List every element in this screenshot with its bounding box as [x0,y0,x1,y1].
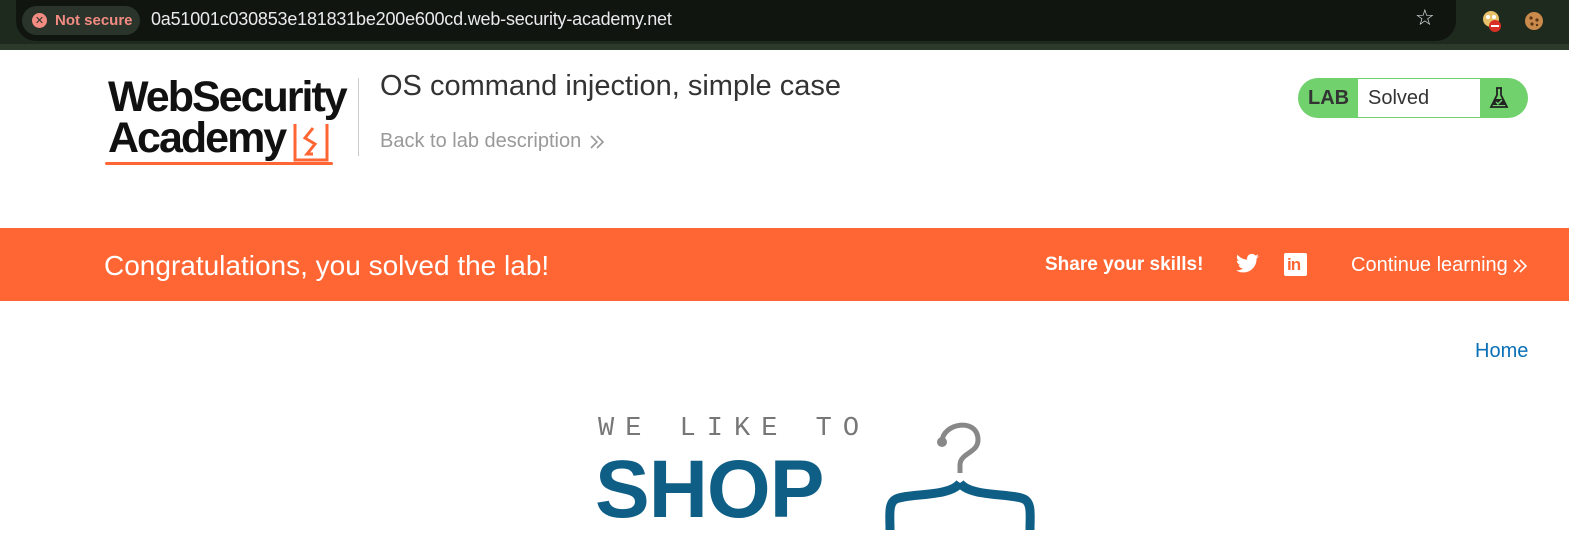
shop-tagline: WE LIKE TO [598,414,871,444]
share-skills-label: Share your skills! [1045,254,1204,275]
header-divider [358,78,359,156]
back-to-lab-description-link[interactable]: Back to lab description [380,130,605,153]
bookmark-star-icon[interactable]: ☆ [1415,6,1435,31]
browser-toolbar: ✕ Not secure 0a51001c030853e181831be200e… [0,0,1569,50]
web-security-academy-logo[interactable]: WebSecurity Academy [105,76,360,168]
home-link[interactable]: Home [1475,340,1528,363]
continue-learning-label: Continue learning [1351,254,1508,276]
twitter-icon[interactable] [1235,253,1260,275]
double-chevron-right-icon [1513,258,1527,273]
logo-text-line1: WebSecurity [108,73,348,121]
back-link-label: Back to lab description [380,130,582,152]
continue-learning-link[interactable]: Continue learning [1351,254,1528,277]
shop-wordmark: SHOP [595,444,824,535]
linkedin-icon[interactable]: in [1284,253,1307,276]
extension-icon[interactable] [1481,10,1503,32]
url-text[interactable]: 0a51001c030853e181831be200e600cd.web-sec… [151,9,672,30]
flask-icon [1489,87,1509,108]
congratulations-message: Congratulations, you solved the lab! [104,250,550,281]
double-chevron-right-icon [590,134,605,149]
lab-badge: LAB [1308,87,1350,109]
logo-underline [105,162,333,165]
lab-title: OS command injection, simple case [380,70,841,102]
lab-status-text: Solved [1358,79,1480,117]
congratulations-banner: Congratulations, you solved the lab! Sha… [0,228,1569,301]
security-chip-label: Not secure [55,12,133,29]
logo-bolt-icon [293,124,329,162]
security-chip[interactable]: ✕ Not secure [22,6,140,35]
lab-status-widget: LAB Solved [1298,78,1528,118]
logo-text-line2: Academy [108,114,287,162]
cookie-extension-icon[interactable] [1523,10,1545,32]
hanger-icon [885,422,1035,530]
not-secure-icon: ✕ [32,13,47,28]
